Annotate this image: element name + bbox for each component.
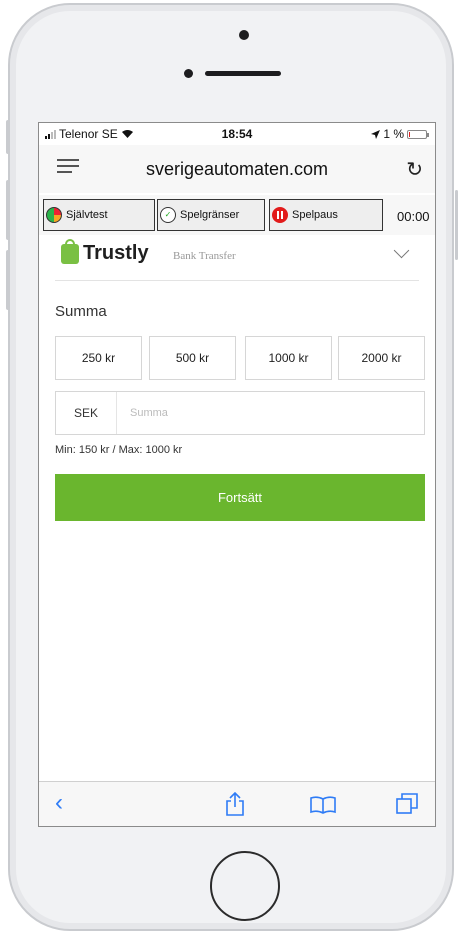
power-button [455,190,458,260]
battery-icon [407,129,429,139]
payment-method-select[interactable]: Trustly Bank Transfer [55,236,419,281]
phone-screen: Telenor SE 18:54 1 % sverigeautomaten.co… [38,122,436,827]
battery-percent: 1 % [383,127,404,141]
share-icon[interactable] [225,792,245,816]
pause-label: Spelpaus [292,209,338,221]
amount-input[interactable] [128,402,412,424]
limits-button[interactable]: ✓ Spelgränser [157,199,265,231]
tabs-icon[interactable] [395,792,419,816]
proximity-sensor [184,69,193,78]
amount-preset-2000[interactable]: 2000 kr [338,336,425,380]
amount-preset-250[interactable]: 250 kr [55,336,142,380]
front-camera [239,30,249,40]
back-icon[interactable]: ‹ [55,789,63,817]
self-test-label: Självtest [66,209,108,221]
amount-label: Summa [55,303,107,320]
chevron-down-icon[interactable] [393,242,410,259]
pause-button[interactable]: Spelpaus [269,199,383,231]
url-host[interactable]: sverigeautomaten.com [39,159,435,180]
payment-method-label: Bank Transfer [173,250,236,262]
responsible-gaming-bar: Självtest ✓ Spelgränser Spelpaus 00:00 [39,195,435,235]
brand-name: Trustly [83,242,149,264]
earpiece-speaker [205,71,281,76]
trustly-logo: Trustly [61,238,149,265]
home-button[interactable] [210,851,280,921]
amount-preset-1000[interactable]: 1000 kr [245,336,332,380]
battery-status: 1 % [371,127,429,141]
browser-toolbar: ‹ [39,781,435,826]
amount-preset-500[interactable]: 500 kr [149,336,236,380]
limits-icon: ✓ [160,207,176,223]
browser-address-bar: sverigeautomaten.com ↻ [39,145,435,193]
bookmarks-icon[interactable] [309,796,337,814]
session-timer: 00:00 [397,209,430,224]
trustly-lock-icon [61,238,79,264]
currency-label: SEK [56,392,117,434]
pause-icon [272,207,288,223]
limits-label: Spelgränser [180,209,240,221]
volume-up-button [6,180,10,240]
self-test-button[interactable]: Självtest [43,199,155,231]
volume-down-button [6,250,10,310]
reload-icon[interactable]: ↻ [406,157,423,182]
amount-field: SEK [55,391,425,435]
continue-button[interactable]: Fortsätt [55,474,425,521]
location-arrow-icon [371,129,381,139]
gauge-icon [46,207,62,223]
status-bar: Telenor SE 18:54 1 % [39,123,435,145]
mute-switch [6,120,10,154]
amount-limits: Min: 150 kr / Max: 1000 kr [55,444,183,456]
